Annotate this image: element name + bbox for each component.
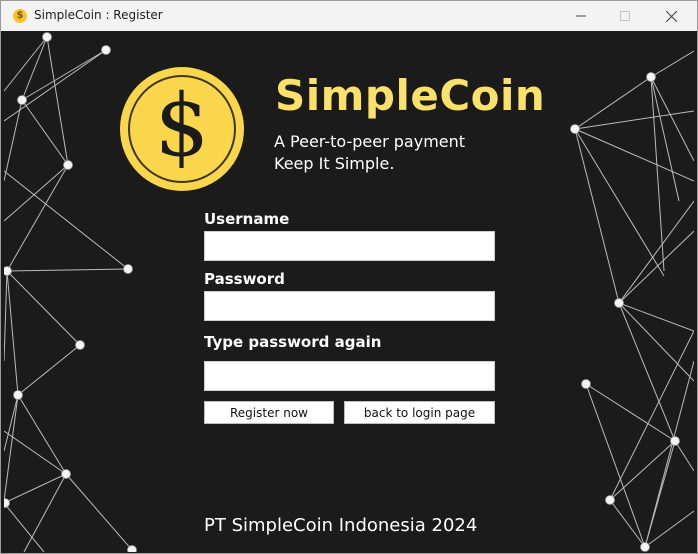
footer-text: PT SimpleCoin Indonesia 2024 [204, 515, 478, 536]
coin-logo: $ [120, 67, 244, 191]
title-bar[interactable]: $ SimpleCoin : Register [1, 1, 697, 31]
window-title: SimpleCoin : Register [34, 8, 163, 22]
confirm-password-label: Type password again [204, 333, 382, 351]
maximize-button[interactable] [602, 1, 648, 31]
back-to-login-button[interactable]: back to login page [344, 401, 495, 424]
password-input[interactable] [204, 291, 495, 321]
username-label: Username [204, 210, 290, 228]
register-panel: $ SimpleCoin A Peer-to-peer payment Keep… [4, 31, 694, 552]
password-label: Password [204, 270, 285, 288]
tagline: A Peer-to-peer payment Keep It Simple. [274, 131, 465, 175]
minimize-button[interactable] [558, 1, 604, 31]
app-window: $ SimpleCoin : Register $ SimpleCoin A P… [0, 0, 698, 554]
close-icon [665, 10, 677, 22]
maximize-icon [620, 11, 630, 21]
register-button[interactable]: Register now [204, 401, 334, 424]
coin-ring [128, 75, 236, 183]
tagline-line-2: Keep It Simple. [274, 154, 395, 173]
tagline-line-1: A Peer-to-peer payment [274, 132, 466, 151]
brand-title: SimpleCoin [275, 71, 546, 120]
coin-icon: $ [13, 9, 27, 23]
username-input[interactable] [204, 231, 495, 261]
minimize-icon [576, 15, 586, 17]
confirm-password-input[interactable] [204, 361, 495, 391]
close-button[interactable] [648, 1, 694, 31]
